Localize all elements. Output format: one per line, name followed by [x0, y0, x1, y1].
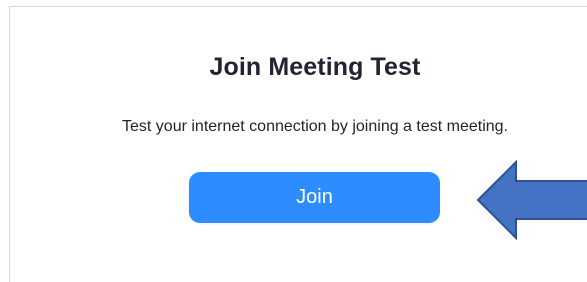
- join-button[interactable]: Join: [189, 172, 440, 223]
- screen: Join Meeting Test Test your internet con…: [0, 0, 587, 282]
- description-text: Test your internet connection by joining…: [122, 118, 508, 135]
- page-title: Join Meeting Test: [209, 53, 421, 81]
- arrow-shape: [476, 160, 587, 240]
- left-arrow-icon: [476, 160, 587, 240]
- join-meeting-test-panel: Join Meeting Test Test your internet con…: [9, 6, 587, 282]
